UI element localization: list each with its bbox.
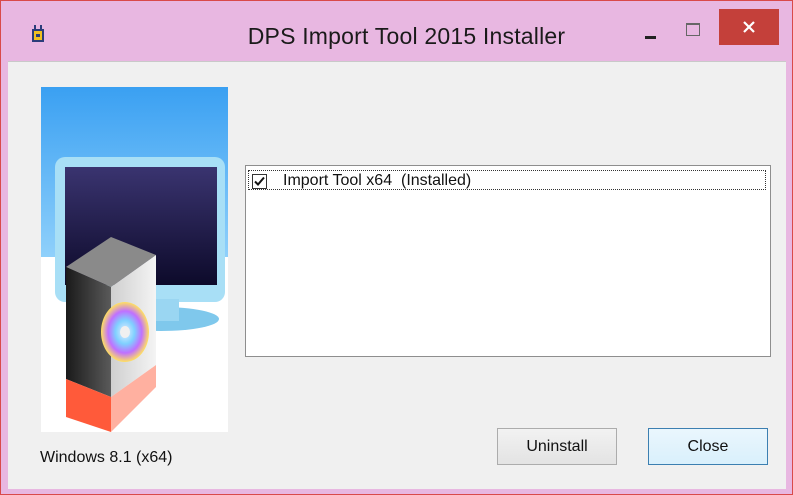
computer-installer-image	[41, 87, 228, 432]
minimize-button[interactable]	[636, 15, 666, 41]
close-icon	[743, 21, 755, 33]
checkmark-icon	[254, 176, 265, 186]
window-title: DPS Import Tool 2015 Installer	[247, 23, 566, 49]
installer-body: Windows 8.1 (x64) Import Tool x64 (Insta…	[8, 61, 786, 489]
list-item[interactable]: Import Tool x64 (Installed)	[248, 170, 766, 190]
component-checkbox[interactable]	[252, 174, 267, 189]
installer-graphic	[41, 87, 228, 432]
uninstall-button[interactable]: Uninstall	[497, 428, 617, 465]
close-button[interactable]: Close	[648, 428, 768, 465]
component-listbox[interactable]: Import Tool x64 (Installed)	[245, 165, 771, 357]
os-version-label: Windows 8.1 (x64)	[40, 449, 173, 466]
component-label: Import Tool x64 (Installed)	[283, 172, 472, 189]
installer-window: DPS Import Tool 2015 Installer Windows 8…	[0, 0, 793, 495]
window-close-button[interactable]	[719, 9, 779, 45]
maximize-button[interactable]	[678, 15, 708, 41]
title-bar[interactable]: DPS Import Tool 2015 Installer	[1, 1, 792, 61]
